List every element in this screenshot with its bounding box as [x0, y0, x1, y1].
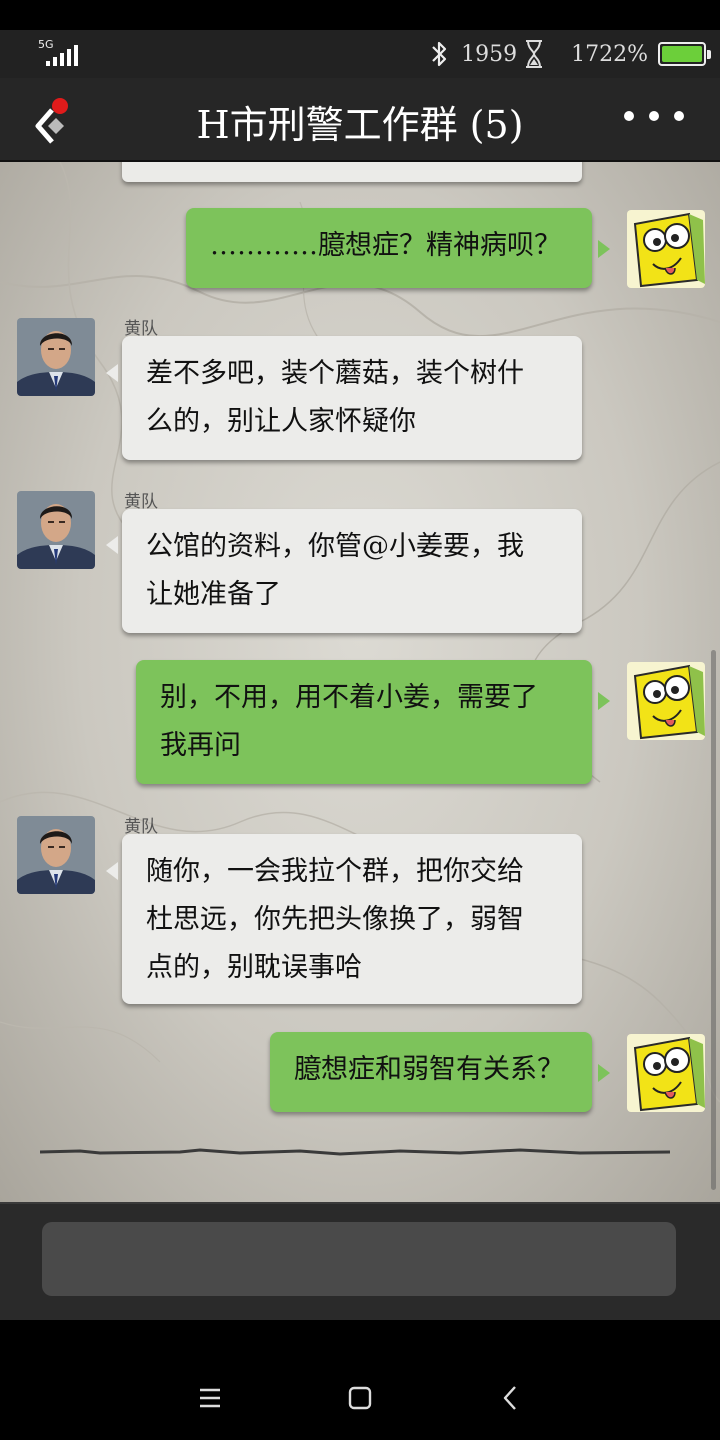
- bubble-tail: [106, 364, 118, 382]
- back-icon[interactable]: [490, 1378, 530, 1418]
- battery-icon: [658, 42, 711, 66]
- message-text: 臆想症和弱智有关系？: [294, 1054, 564, 1085]
- cartoon-face-avatar-icon: [627, 210, 705, 288]
- cartoon-face-avatar-icon: [627, 1034, 705, 1112]
- message-text-line: 点的，别耽误事哈: [146, 952, 362, 983]
- system-nav-bar: [0, 1320, 720, 1440]
- bubble-tail: [106, 536, 118, 554]
- message-text-line: 我再问: [160, 730, 241, 761]
- battery-fill: [662, 46, 702, 62]
- signal-indicator: 5G: [36, 38, 80, 66]
- status-right: 1959 1722%: [427, 36, 711, 72]
- torn-edge-divider: [40, 1148, 670, 1156]
- message-text-line: 么的，别让人家怀疑你: [146, 406, 416, 437]
- message-bubble-in[interactable]: 随你，一会我拉个群，把你交给 杜思远，你先把头像换了，弱智 点的，别耽误事哈: [122, 834, 582, 1004]
- step-count: 1959: [461, 41, 518, 67]
- message-text-line: 随你，一会我拉个群，把你交给: [146, 856, 524, 887]
- bubble-tail: [598, 692, 610, 710]
- officer-portrait-avatar-icon: [17, 816, 95, 894]
- more-dots-icon: [624, 111, 634, 121]
- my-avatar[interactable]: [627, 210, 705, 288]
- officer-portrait-avatar-icon: [17, 318, 95, 396]
- sender-avatar[interactable]: [17, 318, 95, 396]
- officer-portrait-avatar-icon: [17, 491, 95, 569]
- signal-icon: [46, 45, 78, 66]
- more-button[interactable]: [624, 106, 684, 126]
- bubble-tail: [106, 862, 118, 880]
- message-input[interactable]: [42, 1222, 676, 1296]
- message-text-line: 差不多吧，装个蘑菇，装个树什: [146, 358, 524, 389]
- chat-header: H市刑警工作群 (5): [0, 78, 720, 162]
- message-bubble-in[interactable]: 差不多吧，装个蘑菇，装个树什 么的，别让人家怀疑你: [122, 336, 582, 460]
- input-bar: [0, 1202, 720, 1320]
- message-bubble-out[interactable]: 别，不用，用不着小姜，需要了 我再问: [136, 660, 592, 784]
- bluetooth-icon: [432, 41, 447, 67]
- message-text-line: 别，不用，用不着小姜，需要了: [160, 682, 538, 713]
- scrollbar[interactable]: [711, 650, 716, 1190]
- hourglass-icon: [526, 40, 543, 68]
- chat-screen: 5G 1959 1722% H市刑警工作群 (5) …………臆想症？精神病呗？ …: [0, 0, 720, 1440]
- sender-avatar[interactable]: [17, 491, 95, 569]
- cartoon-face-avatar-icon: [627, 662, 705, 740]
- message-text-line: 让她准备了: [146, 579, 281, 610]
- status-bar: 5G 1959 1722%: [0, 30, 720, 78]
- message-list[interactable]: …………臆想症？精神病呗？ 黄队 差不多吧，装个蘑菇，装个树什 么的，别让人家怀…: [0, 162, 720, 1202]
- message-text-line: 杜思远，你先把头像换了，弱智: [146, 904, 524, 935]
- battery-percent: 1722%: [571, 41, 648, 67]
- bubble-tail: [598, 240, 610, 258]
- bubble-tail: [598, 1064, 610, 1082]
- sender-avatar[interactable]: [17, 816, 95, 894]
- message-bubble-out[interactable]: 臆想症和弱智有关系？: [270, 1032, 592, 1112]
- previous-message-bubble[interactable]: [122, 162, 582, 182]
- message-bubble-in[interactable]: 公馆的资料，你管@小姜要，我 让她准备了: [122, 509, 582, 633]
- my-avatar[interactable]: [627, 662, 705, 740]
- message-text: …………臆想症？精神病呗？: [210, 230, 561, 261]
- chat-title: H市刑警工作群 (5): [196, 103, 524, 147]
- home-icon[interactable]: [340, 1378, 380, 1418]
- message-text-line: 公馆的资料，你管@小姜要，我: [146, 531, 524, 562]
- message-bubble-out[interactable]: …………臆想症？精神病呗？: [186, 208, 592, 288]
- menu-icon[interactable]: [190, 1378, 230, 1418]
- my-avatar[interactable]: [627, 1034, 705, 1112]
